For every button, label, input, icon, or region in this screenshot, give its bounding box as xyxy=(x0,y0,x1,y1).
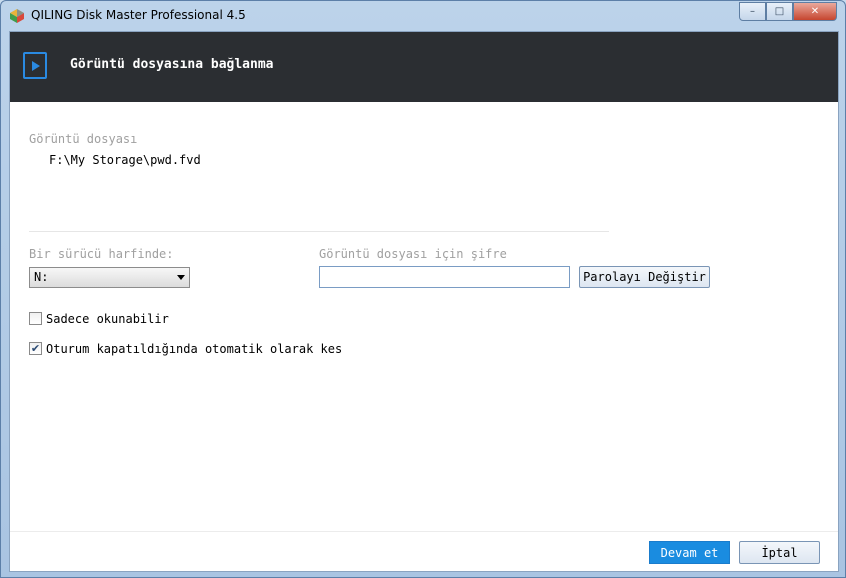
play-icon xyxy=(23,52,47,79)
read-only-checkbox[interactable] xyxy=(29,312,42,325)
dialog-title: Görüntü dosyasına bağlanma xyxy=(70,57,274,72)
window-controls: – □ ✕ xyxy=(739,2,837,22)
change-password-button[interactable]: Parolayı Değiştir xyxy=(579,266,710,288)
auto-detach-label[interactable]: Oturum kapatıldığında otomatik olarak ke… xyxy=(46,342,342,356)
continue-button[interactable]: Devam et xyxy=(649,541,730,564)
divider xyxy=(29,231,609,232)
drive-letter-select[interactable]: N: xyxy=(29,267,190,288)
dialog-header: Görüntü dosyasına bağlanma xyxy=(10,32,838,102)
drive-letter-label: Bir sürücü harfinde: xyxy=(29,247,174,261)
drive-letter-value: N: xyxy=(34,270,49,284)
image-file-path: F:\My Storage\pwd.fvd xyxy=(49,153,201,167)
footer-divider xyxy=(10,531,838,532)
cancel-button[interactable]: İptal xyxy=(739,541,820,564)
password-label: Görüntü dosyası için şifre xyxy=(319,247,507,261)
dialog-body: Görüntü dosyasına bağlanma Görüntü dosya… xyxy=(9,31,839,572)
checkmark-icon: ✔ xyxy=(30,342,41,355)
minimize-button[interactable]: – xyxy=(739,2,766,21)
maximize-button[interactable]: □ xyxy=(766,2,793,21)
image-file-label: Görüntü dosyası xyxy=(29,132,138,146)
app-logo-icon xyxy=(10,9,24,23)
auto-detach-checkbox[interactable]: ✔ xyxy=(29,342,42,355)
title-bar[interactable]: QILING Disk Master Professional 4.5 – □ … xyxy=(1,1,845,31)
window-title: QILING Disk Master Professional 4.5 xyxy=(31,8,246,22)
app-window: QILING Disk Master Professional 4.5 – □ … xyxy=(0,0,846,578)
chevron-down-icon xyxy=(177,275,185,280)
close-button[interactable]: ✕ xyxy=(793,2,837,21)
password-input[interactable] xyxy=(319,266,570,288)
read-only-label[interactable]: Sadece okunabilir xyxy=(46,312,169,326)
